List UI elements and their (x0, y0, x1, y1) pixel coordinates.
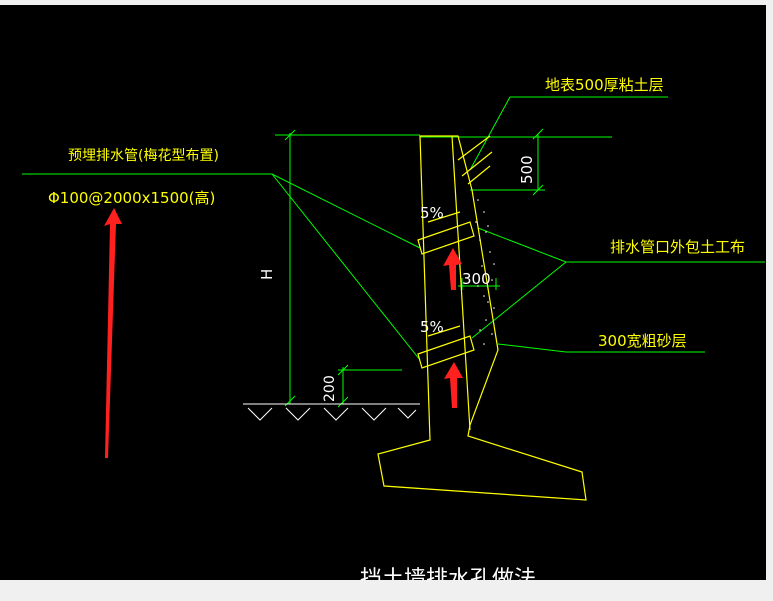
dim-500-label: 500 (518, 155, 536, 184)
wall-outline (377, 135, 587, 501)
surface-layer-label: 地表500厚粘土层 (545, 76, 664, 94)
retaining-wall (377, 135, 587, 501)
pipe-spec-label: Φ100@2000x1500(高) (48, 189, 215, 207)
lower-slope-label: 5% (420, 318, 444, 336)
drawing-title: 挡土墙排水孔做法 (360, 567, 536, 580)
pipe-leader-lower (271, 173, 421, 361)
pipe-leader-upper (22, 173, 421, 249)
dim-200-label: 200 (322, 375, 338, 402)
upper-drain-pipe (417, 221, 475, 255)
dim-h-label: H (258, 269, 276, 280)
ground-hatch (243, 403, 420, 421)
geotextile-label: 排水管口外包土工布 (610, 238, 745, 256)
red-arrows (104, 208, 463, 458)
bottom-status-bar (0, 580, 773, 601)
upper-slope-label: 5% (420, 204, 444, 222)
surface-layer-leader (469, 96, 668, 171)
text-labels: 地表500厚粘土层 预埋排水管(梅花型布置) Φ100@2000x1500(高)… (48, 76, 745, 580)
dim-300-label: 300 (462, 270, 491, 288)
left-red-arrow (104, 208, 122, 458)
cad-drawing-canvas[interactable]: 地表500厚粘土层 预埋排水管(梅花型布置) Φ100@2000x1500(高)… (0, 5, 766, 580)
lower-red-arrow (444, 362, 463, 408)
window-right-border (766, 5, 773, 580)
ground-hatch-pattern (247, 407, 417, 421)
pipe-title-label: 预埋排水管(梅花型布置) (68, 148, 219, 164)
sand-layer-label: 300宽粗砂层 (598, 332, 687, 350)
